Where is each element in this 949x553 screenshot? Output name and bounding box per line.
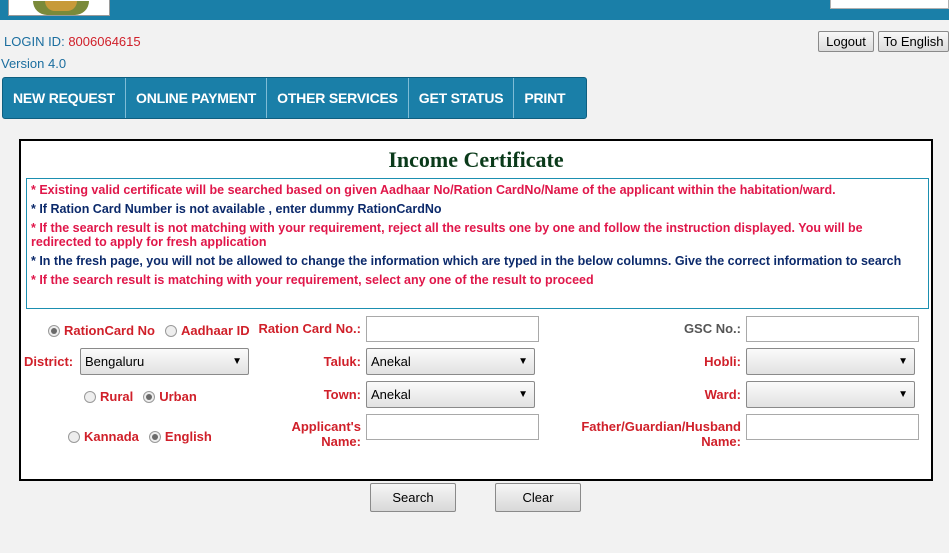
gsc-label: GSC No.: [683,321,741,336]
kannada-radio-label: Kannada [84,429,139,444]
english-radio-label: English [164,429,212,444]
rural-radio[interactable] [84,390,96,403]
taluk-label: Taluk: [323,354,361,369]
main-menu: NEW REQUEST ONLINE PAYMENT OTHER SERVICE… [2,77,587,119]
applicant-name-label-line2: Name: [321,434,361,449]
menu-print[interactable]: PRINT [514,78,575,118]
id-type-radio-group: RationCard No Aadhaar ID [48,323,260,338]
chevron-down-icon: ▼ [518,356,528,367]
applicant-name-label: Applicant's Name: [261,419,361,449]
hobli-select[interactable]: ▼ [746,348,915,375]
chevron-down-icon: ▼ [518,389,528,400]
login-id-line: LOGIN ID: 8006064615 [4,34,141,49]
applicant-name-input[interactable] [366,414,539,440]
instructions-box: * Existing valid certificate will be sea… [26,178,929,309]
login-id-value: 8006064615 [68,34,141,49]
ration-card-radio[interactable] [48,324,60,337]
applicant-name-label-line1: Applicant's [291,419,361,434]
login-id-label: LOGIN ID: [4,34,65,49]
ward-label: Ward: [704,387,741,402]
version-label: Version 4.0 [1,56,67,71]
urban-radio-label: Urban [159,389,197,404]
to-english-button[interactable]: To English [878,31,949,52]
chevron-down-icon: ▼ [898,356,908,367]
father-name-label-line2: Name: [701,434,741,449]
district-label: District: [24,354,74,369]
kannada-radio[interactable] [68,430,80,443]
clear-button[interactable]: Clear [495,483,581,512]
menu-other-services[interactable]: OTHER SERVICES [267,78,409,118]
urban-radio[interactable] [143,390,156,403]
ward-select[interactable]: ▼ [746,381,915,408]
district-select[interactable]: Bengaluru ▼ [80,348,249,375]
right-logo [830,0,949,9]
search-button[interactable]: Search [370,483,456,512]
government-emblem-logo [8,0,110,16]
taluk-value: Anekal [371,354,411,369]
english-radio[interactable] [148,430,161,443]
instruction-note: * If Ration Card Number is not available… [31,202,442,216]
chevron-down-icon: ▼ [898,389,908,400]
header-banner [0,0,949,20]
language-radio-group: Kannada English [68,429,222,444]
hobli-label: Hobli: [704,354,741,369]
district-value: Bengaluru [85,354,145,369]
area-type-radio-group: Rural Urban [84,389,207,404]
town-label: Town: [323,387,361,402]
instruction-note: * If the search result is not matching w… [31,221,863,249]
menu-new-request[interactable]: NEW REQUEST [3,78,127,118]
taluk-select[interactable]: Anekal ▼ [366,348,535,375]
page-title: Income Certificate [388,147,564,172]
ration-card-input[interactable] [366,316,539,342]
logout-button[interactable]: Logout [818,31,874,52]
chevron-down-icon: ▼ [232,356,242,367]
aadhaar-radio-label: Aadhaar ID [181,323,250,338]
income-certificate-form: Income Certificate * Existing valid cert… [19,139,933,481]
instruction-note: * In the fresh page, you will not be all… [31,254,902,268]
menu-online-payment[interactable]: ONLINE PAYMENT [126,78,268,118]
father-name-label: Father/Guardian/Husband Name: [571,419,741,449]
aadhaar-radio[interactable] [165,324,177,337]
rural-radio-label: Rural [100,389,134,404]
ration-card-label: Ration Card No.: [258,321,361,336]
father-name-label-line1: Father/Guardian/Husband [581,419,741,434]
menu-get-status[interactable]: GET STATUS [409,78,515,118]
gsc-input[interactable] [746,316,919,342]
town-value: Anekal [371,387,411,402]
father-name-input[interactable] [746,414,919,440]
instruction-note: * Existing valid certificate will be sea… [31,183,836,197]
town-select[interactable]: Anekal ▼ [366,381,535,408]
ration-card-radio-label: RationCard No [64,323,155,338]
instruction-note: * If the search result is matching with … [31,273,594,287]
